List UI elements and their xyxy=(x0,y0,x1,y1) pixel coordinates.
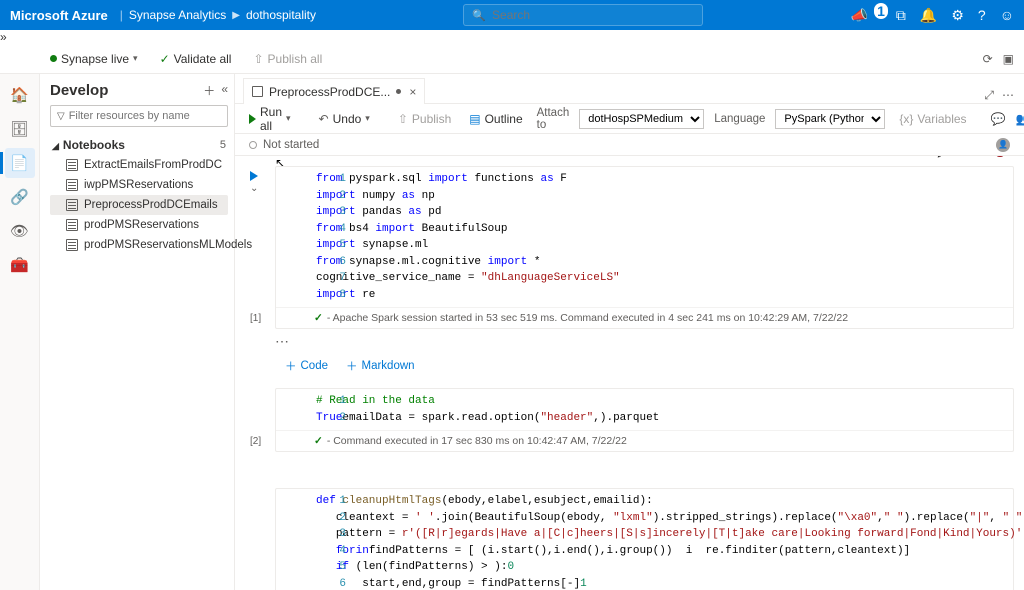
workspace-toolbar: Synapse live▾ ✓Validate all ⇧Publish all… xyxy=(0,44,1024,74)
cell-status: ✓- Apache Spark session started in 53 se… xyxy=(276,307,1013,328)
notebook-icon xyxy=(66,219,78,231)
cell-md-icon[interactable]: M↓ xyxy=(913,156,928,158)
attach-to-label: Attach to xyxy=(537,107,570,131)
search-input[interactable] xyxy=(492,8,694,22)
collapse-sidebar-icon[interactable]: « xyxy=(221,82,228,99)
cell-toolbar: M↓ 💬 ⤡ ⋯ 🗑 xyxy=(913,156,1007,158)
add-markdown-button[interactable]: ＋ Markdown xyxy=(346,358,415,374)
editor-tabs: PreprocessProdDCE... × ⤢ ⋯ xyxy=(235,74,1024,104)
tab-notebook[interactable]: PreprocessProdDCE... × xyxy=(243,78,425,104)
notebook-item[interactable]: iwpPMSReservations xyxy=(50,175,228,195)
collaborator-avatar[interactable]: 👤 xyxy=(996,138,1010,152)
publish-all-button[interactable]: ⇧Publish all xyxy=(247,50,328,68)
breadcrumb-service[interactable]: Synapse Analytics xyxy=(129,8,226,22)
brand[interactable]: Microsoft Azure xyxy=(10,8,108,23)
notebook-cells: ↖ M↓ 💬 ⤡ ⋯ 🗑 ⌄ 1from pyspark.sql import … xyxy=(235,156,1024,590)
notebook-item[interactable]: ExtractEmailsFromProdDC xyxy=(50,155,228,175)
cell-collapse-icon[interactable]: ⤡ xyxy=(957,156,966,158)
left-rail: 🏠 🗄 📄 🔗 👁 🧰 xyxy=(0,74,40,590)
azure-top-bar: Microsoft Azure | Synapse Analytics ▶ do… xyxy=(0,0,1024,30)
rail-home-icon[interactable]: 🏠 xyxy=(5,80,35,110)
cell-comment-icon[interactable]: 💬 xyxy=(936,156,950,158)
notebook-icon xyxy=(252,86,263,97)
exec-count: [2] xyxy=(250,436,261,447)
collapse-cell-icon[interactable]: ⌄ xyxy=(250,183,258,194)
search-icon: 🔍 xyxy=(472,9,486,22)
expand-rail-icon[interactable]: » xyxy=(0,30,7,44)
notebook-icon xyxy=(66,159,78,171)
outline-button[interactable]: ▤Outline xyxy=(465,110,526,128)
filter-box[interactable]: ▽ xyxy=(50,105,228,127)
rail-develop-icon[interactable]: 📄 xyxy=(5,148,35,178)
validate-all-button[interactable]: ✓Validate all xyxy=(154,50,238,68)
cell-status: ✓- Command executed in 17 sec 830 ms on … xyxy=(276,430,1013,451)
properties-icon[interactable]: ▣ xyxy=(1003,52,1014,66)
unsaved-dot-icon xyxy=(396,89,401,94)
caret-down-icon: ◢ xyxy=(52,141,59,151)
code-cell-1[interactable]: M↓ 💬 ⤡ ⋯ 🗑 ⌄ 1from pyspark.sql import fu… xyxy=(275,166,1014,329)
notebook-icon xyxy=(66,239,78,251)
separator: | xyxy=(120,8,123,22)
sidebar-title: Develop ＋« xyxy=(50,82,228,99)
language-select[interactable]: PySpark (Python) xyxy=(775,109,885,129)
undo-button[interactable]: ↶Undo▾ xyxy=(315,110,374,128)
chevron-right-icon: ▶ xyxy=(232,10,240,21)
expand-icon[interactable]: ⤢ xyxy=(984,88,994,103)
live-mode-toggle[interactable]: Synapse live▾ xyxy=(44,50,144,68)
notifications-icon[interactable]: 🔔 xyxy=(920,7,937,24)
directory-icon[interactable]: ⧉ xyxy=(896,7,906,24)
refresh-icon[interactable]: ⟳ xyxy=(983,52,993,66)
help-icon[interactable]: ? xyxy=(978,7,986,23)
notebook-toolbar: Run all▾ ↶Undo▾ ⇧Publish ▤Outline Attach… xyxy=(235,104,1024,134)
rail-manage-icon[interactable]: 🧰 xyxy=(5,250,35,280)
top-right-icons: 📣1 ⧉ 🔔 ⚙ ? ☺ xyxy=(851,7,1014,24)
feedback-icon[interactable]: ☺ xyxy=(1000,7,1014,23)
notebooks-group[interactable]: ◢Notebooks 5 xyxy=(50,135,228,155)
exec-count: [1] xyxy=(250,313,261,324)
notebook-icon xyxy=(66,199,78,211)
kernel-status-bar: Not started 👤 xyxy=(235,134,1024,156)
global-search[interactable]: 🔍 xyxy=(463,4,703,26)
rail-integrate-icon[interactable]: 🔗 xyxy=(5,182,35,212)
cloud-shell-icon[interactable]: 📣1 xyxy=(851,7,882,24)
cell-more-icon[interactable]: ⋯ xyxy=(974,156,985,158)
run-cell-icon[interactable] xyxy=(250,171,258,181)
add-code-button[interactable]: ＋ Code xyxy=(285,358,328,374)
more-icon[interactable]: ⋯ xyxy=(1002,88,1014,103)
cell-output-ellipsis[interactable]: ⋯ xyxy=(275,333,1014,350)
notebook-icon xyxy=(66,179,78,191)
filter-input[interactable] xyxy=(69,110,221,122)
filter-icon: ▽ xyxy=(57,111,65,122)
publish-button[interactable]: ⇧Publish xyxy=(394,110,455,128)
variables-button[interactable]: {x}Variables xyxy=(895,110,970,128)
attach-to-select[interactable]: dotHospSPMedium xyxy=(579,109,704,129)
add-cell-row: ＋ Code ＋ Markdown xyxy=(275,358,1014,374)
language-label: Language xyxy=(714,113,765,125)
notebook-item[interactable]: prodPMSReservations xyxy=(50,215,228,235)
settings-icon[interactable]: ⚙ xyxy=(951,7,964,24)
comments-icon[interactable]: 💬 xyxy=(991,112,1006,126)
run-all-button[interactable]: Run all▾ xyxy=(245,103,295,135)
notebook-item[interactable]: prodPMSReservationsMLModels xyxy=(50,235,228,255)
notebook-item[interactable]: PreprocessProdDCEmails xyxy=(50,195,228,215)
status-dot-icon xyxy=(249,141,257,149)
close-tab-icon[interactable]: × xyxy=(409,85,416,99)
breadcrumb-workspace[interactable]: dothospitality xyxy=(246,8,316,22)
cell-delete-icon[interactable]: 🗑 xyxy=(993,156,1007,158)
code-cell-3[interactable]: 1def cleanupHtmlTags(ebody,elabel,esubje… xyxy=(275,488,1014,590)
develop-sidebar: Develop ＋« ▽ ◢Notebooks 5 ExtractEmailsF… xyxy=(40,74,235,590)
co-edit-icon[interactable]: 👥 xyxy=(1016,112,1024,126)
add-resource-icon[interactable]: ＋ xyxy=(203,82,215,99)
code-cell-2[interactable]: 1# Read in the data2TrueemailData = spar… xyxy=(275,388,1014,452)
rail-data-icon[interactable]: 🗄 xyxy=(5,114,35,144)
rail-monitor-icon[interactable]: 👁 xyxy=(5,216,35,246)
